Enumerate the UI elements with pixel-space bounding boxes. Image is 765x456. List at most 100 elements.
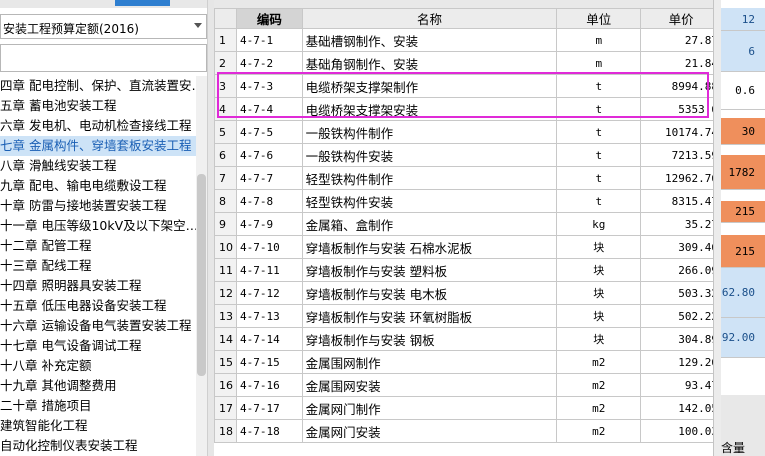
table-row[interactable]: 9 4-7-9 金属箱、盒制作 kg 35.27 <box>214 212 722 236</box>
unit-cell[interactable]: 块 <box>556 281 642 305</box>
table-row[interactable]: 13 4-7-13 穿墙板制作与安装 环氧树脂板块 502.22 <box>214 304 722 328</box>
tree-item[interactable]: 十五章 低压电器设备安装工程 <box>0 296 196 316</box>
search-input[interactable] <box>0 44 207 72</box>
tree-item[interactable]: 十四章 照明器具安装工程 <box>0 276 196 296</box>
price-cell[interactable]: 503.32 <box>640 281 722 305</box>
unit-cell[interactable]: m2 <box>556 350 642 374</box>
price-cell[interactable]: 35.27 <box>640 212 722 236</box>
detail-cell[interactable]: 6 <box>721 31 765 72</box>
code-cell[interactable]: 4-7-18 <box>236 419 303 443</box>
tree-item[interactable]: 九章 配电、输电电缆敷设工程 <box>0 176 196 196</box>
unit-cell[interactable]: m <box>556 51 642 75</box>
unit-cell[interactable]: 块 <box>556 327 642 351</box>
corner-header[interactable] <box>214 8 237 29</box>
table-row[interactable]: 18 4-7-18 金属网门安装 m2 100.03 <box>214 419 722 443</box>
price-cell[interactable]: 27.87 <box>640 28 722 52</box>
code-cell[interactable]: 4-7-9 <box>236 212 303 236</box>
name-cell[interactable]: 一般铁构件制作 <box>301 120 558 144</box>
tree-item[interactable]: 十一章 电压等级10kV及以下架空… <box>0 216 196 236</box>
code-cell[interactable]: 4-7-12 <box>236 281 303 305</box>
column-header-code[interactable]: 编码 <box>236 8 303 29</box>
name-cell[interactable]: 金属箱、盒制作 <box>301 212 558 236</box>
unit-cell[interactable]: t <box>556 97 642 121</box>
code-cell[interactable]: 4-7-8 <box>236 189 303 213</box>
row-index[interactable]: 5 <box>214 120 237 144</box>
name-cell[interactable]: 金属网门制作 <box>301 396 558 420</box>
name-cell[interactable]: 基础槽钢制作、安装 <box>301 28 558 52</box>
code-cell[interactable]: 4-7-3 <box>236 74 303 98</box>
detail-cell[interactable]: 1782 <box>721 155 765 190</box>
row-index[interactable]: 16 <box>214 373 237 397</box>
name-cell[interactable]: 基础角钢制作、安装 <box>301 51 558 75</box>
table-row[interactable]: 17 4-7-17 金属网门制作 m2 142.05 <box>214 396 722 420</box>
tree-scrollbar-thumb[interactable] <box>197 174 206 376</box>
code-cell[interactable]: 4-7-16 <box>236 373 303 397</box>
tree-item[interactable]: 四章 配电控制、保护、直流装置安… <box>0 76 196 96</box>
tree-item[interactable]: 十八章 补充定额 <box>0 356 196 376</box>
row-index[interactable]: 3 <box>214 74 237 98</box>
tree-item[interactable]: 二十章 措施项目 <box>0 396 196 416</box>
tree-item[interactable]: 建筑智能化工程 <box>0 416 196 436</box>
detail-cell[interactable]: 0.6 <box>721 72 765 110</box>
price-cell[interactable]: 304.89 <box>640 327 722 351</box>
name-cell[interactable]: 穿墙板制作与安装 环氧树脂板 <box>301 304 558 328</box>
table-row[interactable]: 4 4-7-4 电缆桥架支撑架安装 t 5353.6 <box>214 97 722 121</box>
table-row[interactable]: 6 4-7-6 一般铁构件安装 t 7213.59 <box>214 143 722 167</box>
tree-item[interactable]: 十三章 配线工程 <box>0 256 196 276</box>
code-cell[interactable]: 4-7-17 <box>236 396 303 420</box>
chevron-down-icon[interactable] <box>194 23 202 28</box>
unit-cell[interactable]: m2 <box>556 419 642 443</box>
row-index[interactable]: 4 <box>214 97 237 121</box>
table-row[interactable]: 5 4-7-5 一般铁构件制作 t 10174.74 <box>214 120 722 144</box>
detail-cell[interactable]: 215 <box>721 201 765 223</box>
unit-cell[interactable]: 块 <box>556 304 642 328</box>
row-index[interactable]: 17 <box>214 396 237 420</box>
tree-item[interactable]: 十七章 电气设备调试工程 <box>0 336 196 356</box>
name-cell[interactable]: 轻型铁构件制作 <box>301 166 558 190</box>
row-index[interactable]: 10 <box>214 235 237 259</box>
row-index[interactable]: 2 <box>214 51 237 75</box>
price-cell[interactable]: 7213.59 <box>640 143 722 167</box>
name-cell[interactable]: 穿墙板制作与安装 钢板 <box>301 327 558 351</box>
table-row[interactable]: 1 4-7-1 基础槽钢制作、安装 m 27.87 <box>214 28 722 52</box>
name-cell[interactable]: 穿墙板制作与安装 塑料板 <box>301 258 558 282</box>
unit-cell[interactable]: t <box>556 166 642 190</box>
table-row[interactable]: 11 4-7-11 穿墙板制作与安装 塑料板块 266.09 <box>214 258 722 282</box>
table-row[interactable]: 14 4-7-14 穿墙板制作与安装 钢板块 304.89 <box>214 327 722 351</box>
unit-cell[interactable]: 块 <box>556 235 642 259</box>
name-cell[interactable]: 金属围网制作 <box>301 350 558 374</box>
price-cell[interactable]: 10174.74 <box>640 120 722 144</box>
content-tab[interactable]: 含量 <box>721 439 745 456</box>
code-cell[interactable]: 4-7-1 <box>236 28 303 52</box>
table-row[interactable]: 16 4-7-16 金属围网安装 m2 93.47 <box>214 373 722 397</box>
quota-library-select[interactable]: 安装工程预算定额(2016) <box>0 14 207 39</box>
price-cell[interactable]: 21.84 <box>640 51 722 75</box>
price-cell[interactable]: 5353.6 <box>640 97 722 121</box>
table-row[interactable]: 12 4-7-12 穿墙板制作与安装 电木板块 503.32 <box>214 281 722 305</box>
tree-item[interactable]: 十章 防雷与接地装置安装工程 <box>0 196 196 216</box>
active-tab-indicator[interactable] <box>115 0 170 6</box>
price-cell[interactable]: 502.22 <box>640 304 722 328</box>
code-cell[interactable]: 4-7-15 <box>236 350 303 374</box>
code-cell[interactable]: 4-7-11 <box>236 258 303 282</box>
row-index[interactable]: 15 <box>214 350 237 374</box>
row-index[interactable]: 11 <box>214 258 237 282</box>
price-cell[interactable]: 100.03 <box>640 419 722 443</box>
unit-cell[interactable]: t <box>556 120 642 144</box>
tree-item[interactable]: 八章 滑触线安装工程 <box>0 156 196 176</box>
unit-cell[interactable]: t <box>556 189 642 213</box>
row-index[interactable]: 12 <box>214 281 237 305</box>
table-row[interactable]: 15 4-7-15 金属围网制作 m2 129.26 <box>214 350 722 374</box>
detail-cell[interactable]: 12 <box>721 8 765 31</box>
code-cell[interactable]: 4-7-7 <box>236 166 303 190</box>
tree-item[interactable]: 十六章 运输设备电气装置安装工程 <box>0 316 196 336</box>
price-cell[interactable]: 266.09 <box>640 258 722 282</box>
price-cell[interactable]: 142.05 <box>640 396 722 420</box>
code-cell[interactable]: 4-7-2 <box>236 51 303 75</box>
tree-item[interactable]: 十二章 配管工程 <box>0 236 196 256</box>
tree-item[interactable]: 自动化控制仪表安装工程 <box>0 436 196 456</box>
tree-scrollbar[interactable] <box>196 76 207 456</box>
row-index[interactable]: 1 <box>214 28 237 52</box>
price-cell[interactable]: 8315.47 <box>640 189 722 213</box>
unit-cell[interactable]: m <box>556 28 642 52</box>
